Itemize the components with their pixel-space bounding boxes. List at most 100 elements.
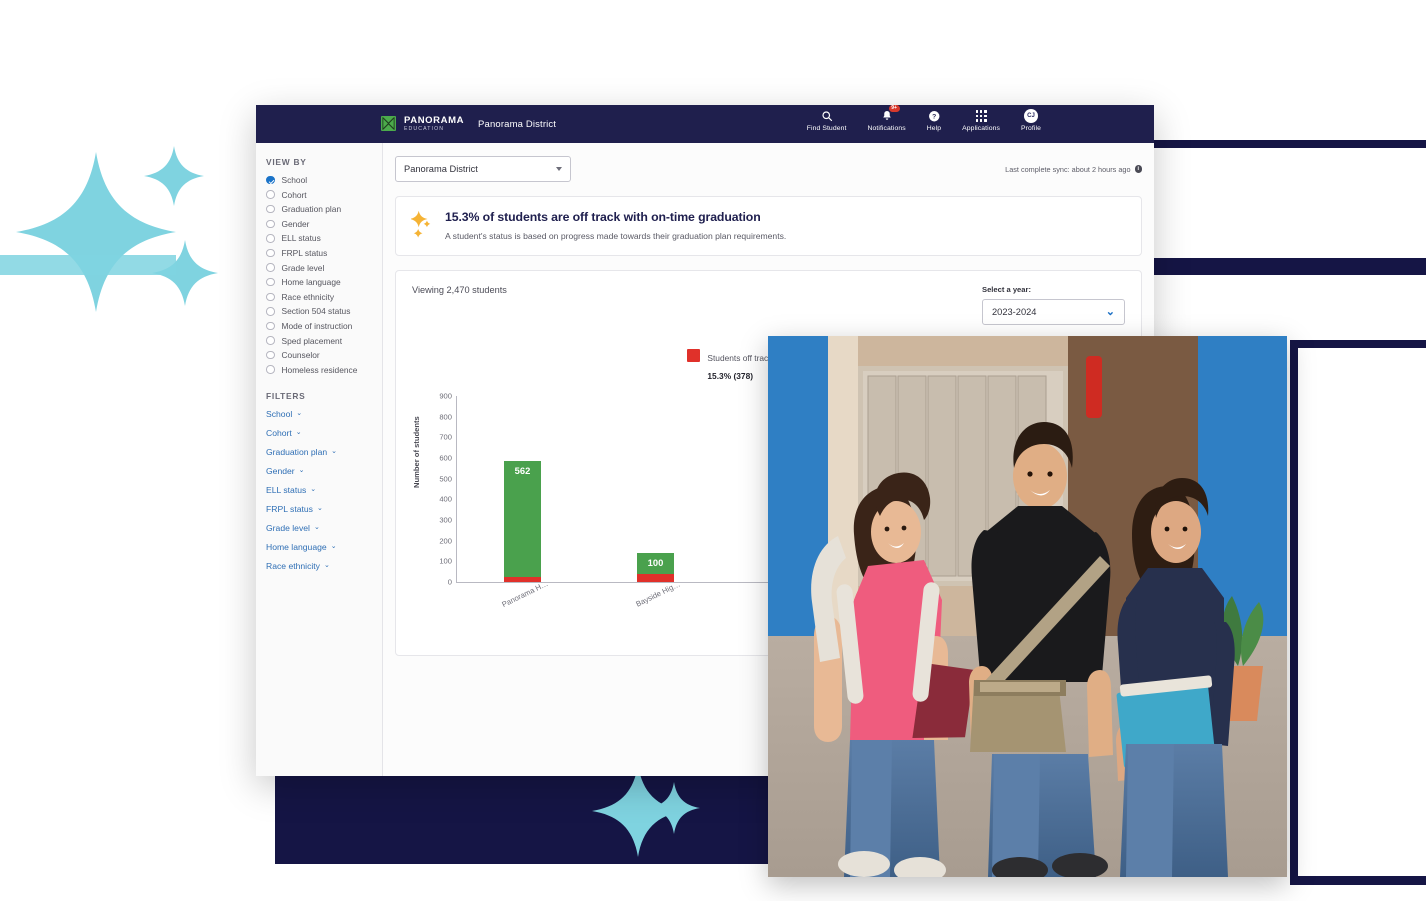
- radio-unchecked-icon[interactable]: [266, 336, 275, 345]
- nav-applications[interactable]: Applications: [962, 109, 1000, 132]
- nav-applications-label: Applications: [962, 125, 1001, 132]
- radio-checked-icon[interactable]: [266, 175, 275, 185]
- filter-label: Race ethnicity: [266, 560, 320, 571]
- view-by-option-school[interactable]: School: [266, 175, 382, 185]
- chevron-down-icon: ⌄: [313, 524, 320, 532]
- chart-panel-header: Viewing 2,470 students Select a year: 20…: [412, 285, 1125, 325]
- view-by-option-label: ELL status: [281, 233, 321, 244]
- radio-unchecked-icon[interactable]: [266, 321, 275, 331]
- view-by-option-cohort[interactable]: Cohort: [266, 190, 382, 200]
- bar-value-label: 562: [514, 464, 531, 476]
- bar-group[interactable]: 562: [456, 396, 589, 582]
- radio-unchecked-icon[interactable]: [266, 234, 275, 243]
- view-by-option-mode-of-instruction[interactable]: Mode of instruction: [266, 321, 382, 331]
- bar-segment-on-track[interactable]: 562: [504, 460, 541, 577]
- bar-value-label: 100: [647, 557, 664, 569]
- radio-unchecked-icon[interactable]: [266, 204, 275, 214]
- view-by-option-homeless-residence[interactable]: Homeless residence: [266, 365, 382, 375]
- nav-notifications-label: Notifications: [867, 125, 906, 132]
- bar-segment-off-track[interactable]: [637, 573, 674, 582]
- radio-unchecked-icon[interactable]: [266, 248, 275, 258]
- filter-gender[interactable]: Gender ⌄: [266, 466, 382, 476]
- filter-race-ethnicity[interactable]: Race ethnicity ⌄: [266, 561, 382, 571]
- y-tick-label: 300: [439, 515, 452, 525]
- students-walking-photo: [768, 336, 1287, 877]
- radio-unchecked-icon[interactable]: [266, 292, 275, 301]
- top-navigation-bar: PANORAMA EDUCATION Panorama District Fin…: [256, 105, 1154, 143]
- view-by-option-grade-level[interactable]: Grade level: [266, 263, 382, 273]
- nav-notifications[interactable]: 9+ Notifications: [867, 105, 906, 132]
- chevron-down-icon: ⌄: [1105, 305, 1115, 318]
- nav-find-student[interactable]: Find Student: [807, 109, 847, 132]
- grid-apps-icon: [975, 109, 987, 123]
- view-by-option-graduation-plan[interactable]: Graduation plan: [266, 204, 382, 214]
- view-by-options-list: School Cohort Graduation plan Gender ELL sta…: [266, 175, 382, 375]
- chevron-down-icon: ⌄: [298, 467, 305, 475]
- nav-help-label: Help: [926, 125, 942, 132]
- avatar-initials: CJ: [1024, 109, 1039, 123]
- legend-item-students-off-track[interactable]: Students off track 15.3% (378): [687, 348, 772, 384]
- district-name-label: Panorama District: [478, 118, 557, 130]
- view-by-option-frpl-status[interactable]: FRPL status: [266, 248, 382, 258]
- y-tick-label: 200: [439, 536, 452, 546]
- sidebar: VIEW BY School Cohort Graduation plan Gende…: [256, 143, 383, 776]
- top-nav-actions: Find Student 9+ Notifications ? Help App…: [807, 105, 1041, 132]
- view-by-option-section-504-status[interactable]: Section 504 status: [266, 306, 382, 316]
- year-selector[interactable]: 2023-2024 ⌄: [982, 299, 1125, 325]
- view-by-option-gender[interactable]: Gender: [266, 219, 382, 229]
- radio-unchecked-icon[interactable]: [266, 350, 275, 360]
- radio-unchecked-icon[interactable]: [266, 307, 275, 316]
- view-by-option-sped-placement[interactable]: Sped placement: [266, 336, 382, 346]
- filters-title: FILTERS: [266, 390, 306, 401]
- bar-segment-off-track[interactable]: [504, 576, 541, 582]
- info-icon[interactable]: i: [1134, 165, 1142, 173]
- filters-list: School ⌄ Cohort ⌄ Graduation plan ⌄ Gender ⌄ ELL…: [266, 409, 382, 571]
- last-sync-text: Last complete sync: about 2 hours ago: [1005, 164, 1131, 174]
- search-icon: [821, 109, 833, 123]
- view-by-option-label: School: [281, 175, 308, 185]
- y-tick-label: 100: [439, 556, 452, 566]
- view-by-option-race-ethnicity[interactable]: Race ethnicity: [266, 292, 382, 302]
- filter-grade-level[interactable]: Grade level ⌄: [266, 523, 382, 533]
- filter-cohort[interactable]: Cohort ⌄: [266, 428, 382, 438]
- filter-school[interactable]: School ⌄: [266, 409, 382, 419]
- x-tick-slot: Bayside Hig…: [589, 579, 722, 634]
- y-tick-label: 800: [439, 412, 452, 422]
- radio-unchecked-icon[interactable]: [266, 277, 275, 287]
- view-by-option-label: Home language: [281, 277, 341, 288]
- callout-subtitle: A student's status is based on progress …: [445, 231, 787, 241]
- brand-logo-group[interactable]: PANORAMA EDUCATION: [381, 116, 464, 132]
- filter-frpl-status[interactable]: FRPL status ⌄: [266, 504, 382, 514]
- radio-unchecked-icon[interactable]: [266, 219, 275, 229]
- radio-unchecked-icon[interactable]: [266, 263, 275, 272]
- chevron-down-icon: ⌄: [295, 429, 302, 437]
- view-by-option-home-language[interactable]: Home language: [266, 277, 382, 287]
- view-by-option-counselor[interactable]: Counselor: [266, 350, 382, 360]
- bar-segment-on-track[interactable]: 100: [637, 553, 674, 574]
- chevron-down-icon: ⌄: [296, 410, 303, 418]
- chevron-down-icon: ⌄: [330, 543, 337, 551]
- filter-label: Home language: [266, 541, 327, 552]
- y-tick-label: 400: [439, 494, 452, 504]
- nav-profile[interactable]: CJ Profile: [1021, 109, 1041, 132]
- radio-unchecked-icon[interactable]: [266, 190, 275, 199]
- callout-title: 15.3% of students are off track with on-…: [445, 210, 761, 224]
- y-tick-label: 0: [447, 577, 452, 587]
- question-circle-icon: ?: [928, 109, 941, 123]
- view-by-option-label: Section 504 status: [281, 306, 351, 317]
- district-selector[interactable]: Panorama District: [395, 156, 571, 182]
- filter-home-language[interactable]: Home language ⌄: [266, 542, 382, 552]
- bar-group[interactable]: 100: [589, 396, 722, 582]
- view-by-option-label: Counselor: [281, 350, 320, 361]
- sparkle-decor-small-top: [144, 146, 204, 206]
- sparkle-decor-bottom-small: [648, 782, 700, 834]
- filter-label: Gender: [266, 465, 295, 476]
- insight-callout: 15.3% of students are off track with on-…: [395, 196, 1142, 256]
- view-by-option-ell-status[interactable]: ELL status: [266, 233, 382, 243]
- radio-unchecked-icon[interactable]: [266, 365, 275, 374]
- filter-graduation-plan[interactable]: Graduation plan ⌄: [266, 447, 382, 457]
- last-sync-status: Last complete sync: about 2 hours ago i: [1005, 165, 1142, 174]
- nav-help[interactable]: ? Help: [927, 109, 941, 132]
- filter-ell-status[interactable]: ELL status ⌄: [266, 485, 382, 495]
- decor-blue-bar: [0, 255, 176, 275]
